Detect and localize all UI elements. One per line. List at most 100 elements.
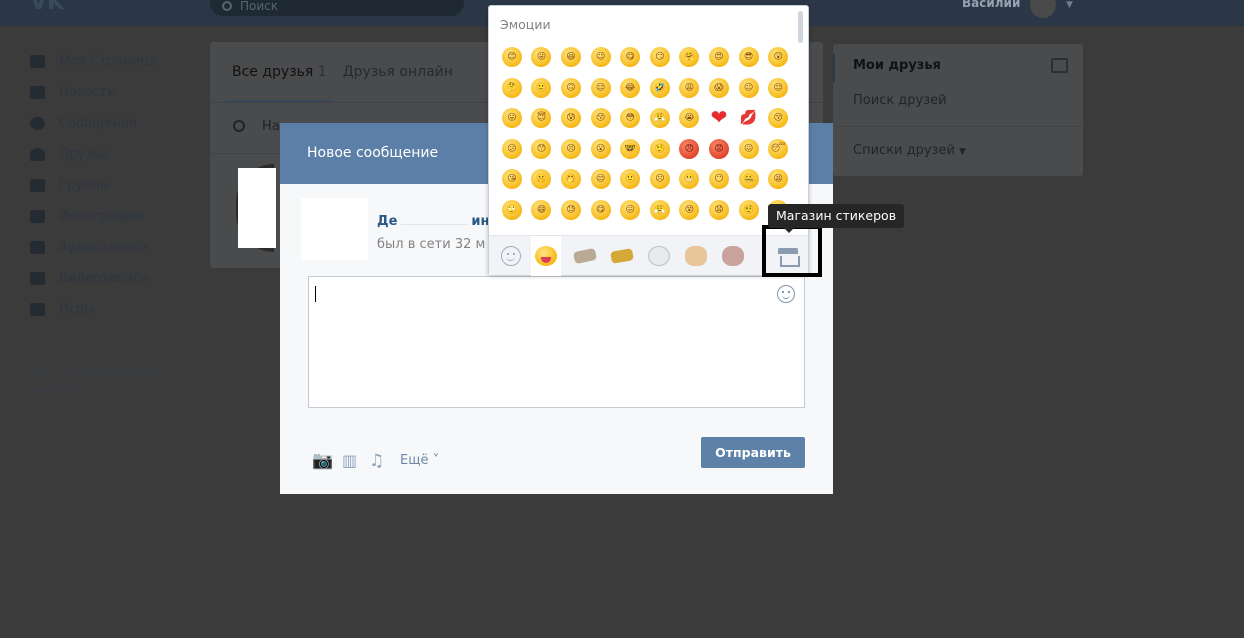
emoji-item[interactable]: 🙄 [497, 195, 527, 226]
emoji-item[interactable]: 🙂 [527, 73, 557, 104]
tab-sticker-pack[interactable] [607, 236, 637, 276]
recipient-name[interactable]: Де ин [377, 214, 490, 229]
emoji-item[interactable]: 😳 [615, 103, 645, 134]
emoji-item[interactable]: 🙁 [615, 164, 645, 195]
emoji-item[interactable]: 😕 [497, 134, 527, 165]
chevron-down-icon[interactable]: ▼ [1066, 0, 1073, 10]
emoji-item[interactable]: 😶 [704, 164, 734, 195]
emoji-item[interactable]: 😫 [763, 164, 793, 195]
emoji-item[interactable]: 💋 [734, 103, 764, 134]
emoji-item[interactable]: 😴 [763, 134, 793, 165]
emoji-item[interactable]: 🙃 [556, 73, 586, 104]
emoji-item[interactable]: 😆 [556, 42, 586, 73]
emoji-item[interactable]: 😤 [645, 103, 675, 134]
emoji-item[interactable]: 😋 [586, 195, 616, 226]
emoji-item[interactable]: 😌 [763, 73, 793, 104]
message-input[interactable] [308, 276, 805, 408]
footer-link-more[interactable]: Ещё ˅ [92, 384, 138, 398]
tab-sticker-pack[interactable] [531, 236, 561, 276]
footer-link-blog[interactable]: Блог [29, 364, 59, 378]
emoji-item[interactable]: 🤓 [615, 134, 645, 165]
emoji-item[interactable]: 😚 [586, 103, 616, 134]
header-user-name[interactable]: Василий [962, 0, 1020, 10]
menu-item-find-friends[interactable]: Поиск друзей [853, 93, 947, 108]
menu-item-friend-lists[interactable]: Списки друзей ▼ [853, 143, 966, 158]
emoji-item[interactable]: 😧 [704, 195, 734, 226]
tab-sticker-pack[interactable] [718, 236, 748, 276]
emoji-item[interactable]: 😖 [615, 195, 645, 226]
emoji-item[interactable]: 😮 [586, 134, 616, 165]
emoji-item[interactable]: 😵 [675, 195, 705, 226]
emoji-item[interactable]: 😡 [704, 134, 734, 165]
emoji-item[interactable]: 😱 [704, 73, 734, 104]
emoji-item[interactable]: 😠 [675, 134, 705, 165]
scrollbar[interactable] [798, 11, 803, 43]
emoji-item[interactable]: ☹ [645, 164, 675, 195]
sidebar-item-video[interactable]: Видеозаписи [30, 263, 200, 294]
emoji-item[interactable]: 😜 [527, 42, 557, 73]
sidebar-item-audio[interactable]: Аудиозаписи [30, 232, 200, 263]
menu-item-my-friends[interactable]: Мои друзья [853, 58, 941, 73]
recipient-avatar[interactable] [301, 198, 368, 260]
footer-link-developers[interactable]: Разработчикам [69, 364, 165, 378]
emoji-item[interactable]: 😛 [497, 103, 527, 134]
emoji-item[interactable]: 😲 [763, 42, 793, 73]
sidebar-item-messages[interactable]: Сообщения [30, 108, 200, 139]
tab-all-friends[interactable]: Все друзья 1 [232, 64, 327, 80]
tab-sticker-pack[interactable] [570, 236, 600, 276]
emoji-item[interactable]: 😍 [704, 42, 734, 73]
tab-online-friends[interactable]: Друзья онлайн [343, 64, 453, 80]
emoji-item[interactable]: 😚 [763, 103, 793, 134]
emoji-item[interactable]: ❤ [704, 103, 734, 134]
emoji-item[interactable]: 😬 [675, 164, 705, 195]
sidebar-item-photos[interactable]: Фотографии [30, 201, 200, 232]
footer-link-ads[interactable]: Реклама [29, 384, 82, 398]
emoji-item[interactable]: 😐 [734, 73, 764, 104]
emoji-item[interactable]: 😉 [586, 42, 616, 73]
emoji-item[interactable]: 🤨 [734, 195, 764, 226]
emoji-item[interactable]: 🤐 [734, 164, 764, 195]
emoji-item[interactable]: 😇 [527, 103, 557, 134]
tab-emoji[interactable] [496, 236, 526, 276]
header-search-input[interactable]: Поиск [210, 0, 464, 16]
avatar[interactable] [1030, 0, 1056, 18]
emoji-item[interactable]: 😭 [675, 103, 705, 134]
sidebar-item-news[interactable]: Новости [30, 77, 200, 108]
friends-search-input[interactable]: На [262, 119, 280, 134]
emoji-item[interactable]: 😘 [497, 164, 527, 195]
emoji-item[interactable]: 😓 [556, 195, 586, 226]
emoji-item[interactable]: 🤔 [497, 73, 527, 104]
emoji-item[interactable]: 😖 [734, 134, 764, 165]
tab-sticker-pack[interactable] [644, 236, 674, 276]
emoji-item[interactable]: 🤫 [527, 164, 557, 195]
sidebar-item-games[interactable]: Игры [30, 294, 200, 325]
sidebar-item-groups[interactable]: Группы [30, 170, 200, 201]
emoji-item[interactable]: 😒 [586, 164, 616, 195]
more-attachments-button[interactable]: Ещё ˅ [400, 453, 439, 468]
emoji-item[interactable]: 😩 [675, 73, 705, 104]
emoji-item[interactable]: 😂 [615, 73, 645, 104]
emoji-item[interactable]: 😰 [556, 103, 586, 134]
emoji-item[interactable]: 😤 [645, 195, 675, 226]
emoji-item[interactable]: 😯 [527, 134, 557, 165]
emoji-item[interactable]: 😏 [645, 42, 675, 73]
music-icon[interactable]: ♫ [369, 451, 384, 471]
vk-logo[interactable]: VK [30, 0, 64, 14]
emoji-item[interactable]: 😎 [734, 42, 764, 73]
emoji-item[interactable]: 😣 [556, 134, 586, 165]
emoji-item[interactable]: 😄 [527, 195, 557, 226]
emoji-item[interactable]: 🤥 [645, 134, 675, 165]
emoji-item[interactable]: 🤣 [645, 73, 675, 104]
send-button[interactable]: Отправить [701, 437, 805, 468]
emoji-item[interactable]: 😊 [497, 42, 527, 73]
emoji-item[interactable]: 😋 [615, 42, 645, 73]
emoji-item[interactable]: 🤗 [675, 42, 705, 73]
video-icon[interactable]: ▥ [342, 451, 357, 470]
smile-icon[interactable] [777, 285, 795, 303]
emoji-item[interactable]: 🤭 [556, 164, 586, 195]
tab-sticker-pack[interactable] [681, 236, 711, 276]
calendar-icon[interactable] [1051, 58, 1068, 73]
camera-icon[interactable]: 📷 [312, 451, 333, 471]
sidebar-item-friends[interactable]: Друзья [30, 139, 200, 170]
sidebar-item-my-page[interactable]: Моя Страница [30, 46, 200, 77]
